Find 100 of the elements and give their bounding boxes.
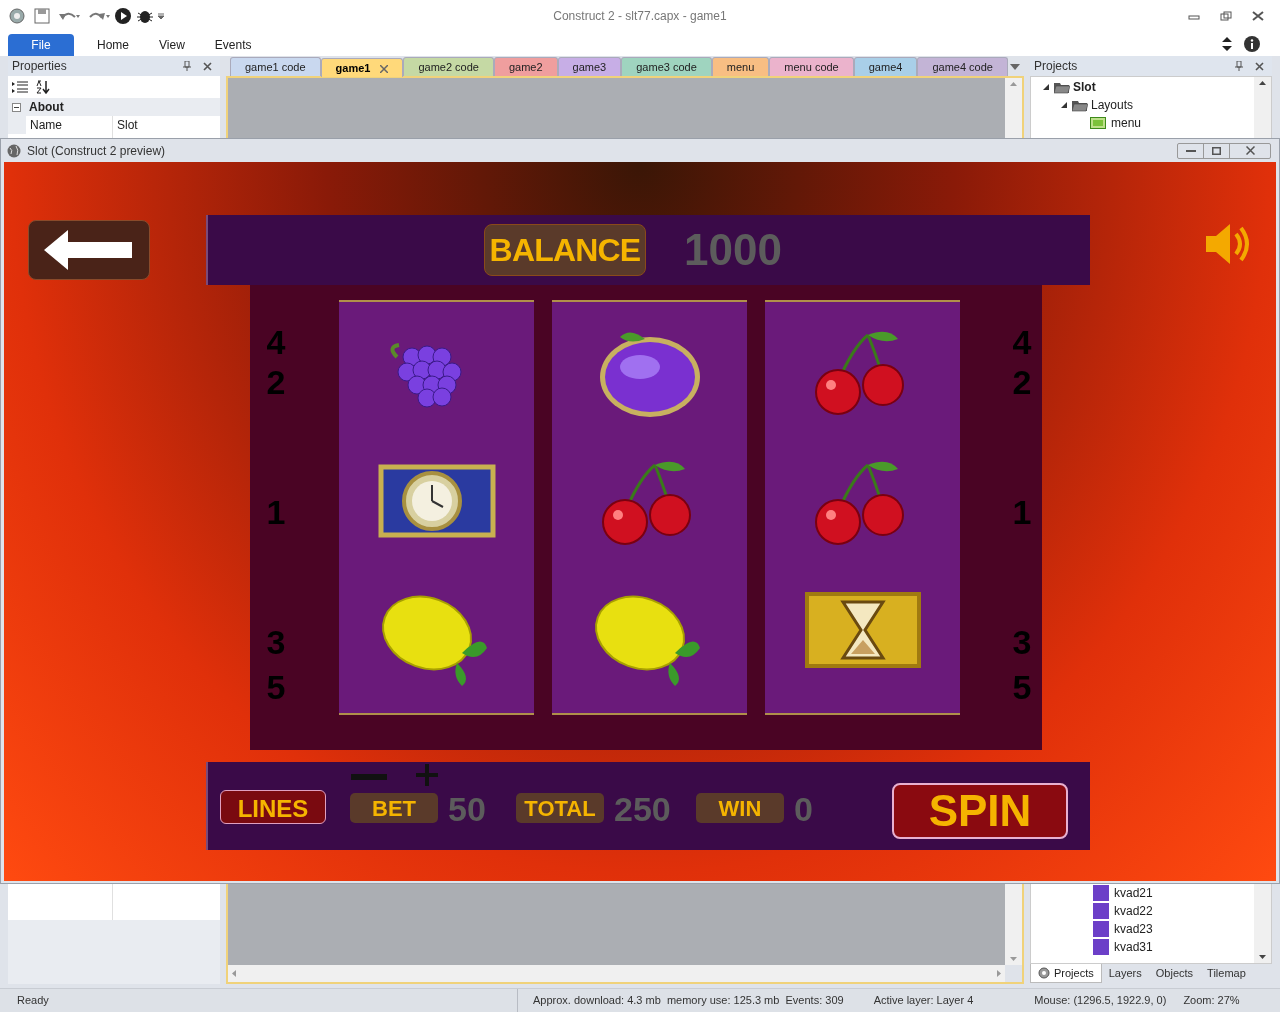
tree-item[interactable]: kvad23: [1114, 920, 1153, 938]
ribbon-tab[interactable]: View: [144, 34, 200, 56]
line-number: 5: [266, 670, 286, 704]
editor-tab[interactable]: game2 code: [403, 57, 494, 76]
collapse-icon[interactable]: [12, 102, 21, 112]
folder-icon: [1054, 80, 1070, 94]
scroll-down-icon: [1010, 957, 1017, 961]
file-menu-button[interactable]: File: [8, 34, 74, 56]
line-number: 1: [266, 495, 286, 529]
line-number: 3: [1012, 625, 1032, 659]
expanded-arrow-icon[interactable]: [1043, 84, 1049, 90]
status-text: Approx. download: 4.3 mb memory use: 125.3 mb Events: 309: [533, 993, 844, 1009]
sprite-square-icon: [1093, 885, 1109, 901]
line-number: 2: [266, 365, 286, 399]
minus-icon: [351, 774, 387, 780]
left-arrow-icon: [44, 230, 134, 270]
close-icon[interactable]: [1255, 61, 1264, 71]
line-number: 4: [266, 325, 286, 359]
line-number: 1: [1012, 495, 1032, 529]
tree-item[interactable]: kvad22: [1114, 902, 1153, 920]
tree-item[interactable]: kvad21: [1114, 884, 1153, 902]
lines-button[interactable]: LINES: [220, 790, 326, 824]
play-icon[interactable]: [114, 7, 132, 25]
editor-tab[interactable]: game2: [493, 57, 558, 76]
value-text: 250: [614, 789, 671, 830]
close-icon[interactable]: [203, 61, 212, 71]
panel-tab[interactable]: Objects: [1148, 964, 1201, 983]
dropdown-arrow-icon[interactable]: [158, 12, 164, 20]
scroll-down-icon: [1259, 955, 1266, 959]
panel-title: Projects: [1034, 58, 1078, 75]
editor-tab[interactable]: game1 code: [230, 57, 321, 76]
scroll-up-icon: [1259, 81, 1266, 85]
tree-item[interactable]: kvad31: [1114, 938, 1153, 956]
gear-icon[interactable]: [8, 7, 26, 25]
editor-tab[interactable]: game3: [557, 57, 622, 76]
tree-item[interactable]: menu: [1111, 114, 1142, 132]
editor-tab[interactable]: menu code: [769, 57, 854, 76]
expand-collapse-icon[interactable]: [1222, 37, 1232, 51]
panel-tab[interactable]: Tilemap: [1200, 964, 1253, 983]
back-button[interactable]: [28, 220, 150, 280]
spin-button[interactable]: SPIN: [892, 783, 1068, 839]
editor-tab[interactable]: game4: [853, 57, 918, 76]
total-label: TOTAL: [516, 793, 604, 823]
scroll-up-icon: [1010, 82, 1017, 86]
speaker-icon: [1204, 222, 1250, 266]
close-icon[interactable]: [1252, 11, 1264, 21]
line-number: 5: [1012, 670, 1032, 704]
scroll-left-icon: [232, 970, 236, 977]
layout-icon: [1090, 117, 1106, 129]
save-icon[interactable]: [34, 8, 50, 24]
globe-icon: [7, 143, 21, 158]
panel-tab[interactable]: Layers: [1101, 964, 1149, 983]
property-value[interactable]: Slot: [113, 116, 220, 134]
status-text: Mouse: (1296.5, 1922.9, 0): [1034, 993, 1167, 1009]
pin-icon[interactable]: [1235, 61, 1243, 71]
status-text: Ready: [17, 993, 49, 1009]
sprite-square-icon: [1093, 903, 1109, 919]
panel-title: Properties: [12, 58, 67, 75]
sprite-square-icon: [1093, 939, 1109, 955]
categorized-list-icon[interactable]: [12, 80, 28, 94]
expanded-arrow-icon[interactable]: [1061, 102, 1067, 108]
balance-value: 1000: [684, 224, 782, 276]
line-number: 3: [266, 625, 286, 659]
editor-tab[interactable]: game1: [320, 58, 404, 77]
editor-tab[interactable]: game4 code: [917, 57, 1008, 76]
editor-tab[interactable]: game3 code: [621, 57, 712, 76]
tab-list-dropdown-icon[interactable]: [1010, 64, 1020, 70]
window-title: Slot (Construct 2 preview): [27, 142, 166, 160]
plus-icon: [416, 764, 438, 786]
ribbon-tab[interactable]: Home: [82, 34, 144, 56]
panel-tab[interactable]: Projects: [1030, 964, 1102, 983]
close-icon[interactable]: [380, 64, 389, 73]
window-title: Construct 2 - slt77.capx - game1: [553, 9, 727, 23]
sort-az-icon[interactable]: [36, 80, 50, 94]
folder-icon: [1072, 98, 1088, 112]
status-text: Zoom: 27%: [1183, 993, 1240, 1009]
close-icon: [1245, 146, 1255, 155]
scroll-right-icon: [997, 970, 1001, 977]
tree-item[interactable]: Slot: [1073, 78, 1096, 96]
win-label: WIN: [696, 793, 784, 823]
horizontal-scrollbar[interactable]: [228, 965, 1005, 982]
ribbon-tab[interactable]: Events: [199, 34, 267, 56]
line-number: 2: [1012, 365, 1032, 399]
maximize-icon: [1212, 146, 1221, 155]
section-header[interactable]: About: [8, 98, 220, 116]
value-text: 0: [794, 789, 813, 830]
sprite-square-icon: [1093, 921, 1109, 937]
status-text: Active layer: Layer 4: [873, 993, 974, 1009]
line-number: 4: [1012, 325, 1032, 359]
balance-label: BALANCE: [484, 224, 646, 276]
section-title: About: [29, 99, 64, 116]
bet-label: BET: [350, 793, 438, 823]
editor-tab[interactable]: menu: [711, 57, 770, 76]
minimize-icon: [1185, 149, 1196, 152]
gear-icon: [1038, 967, 1050, 979]
restore-icon[interactable]: [1220, 11, 1232, 21]
tree-item[interactable]: Layouts: [1091, 96, 1134, 114]
info-icon[interactable]: [1244, 36, 1260, 52]
pin-icon[interactable]: [183, 61, 191, 71]
value-text: 50: [448, 789, 486, 830]
